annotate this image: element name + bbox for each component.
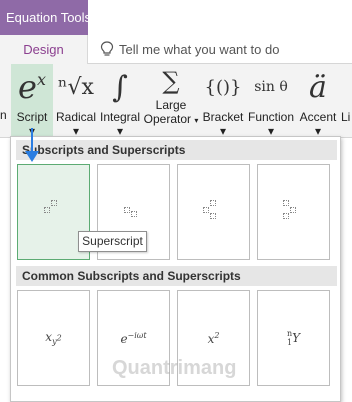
limit-button[interactable]: Li (341, 64, 352, 138)
placeholder-base-icon (290, 207, 296, 213)
integral-label: Integral (99, 110, 141, 124)
equation-tools-title: Equation Tools (0, 0, 88, 35)
large-operator-button[interactable]: ∑ Large Operator ▾ (143, 64, 199, 138)
limit-label: Li (341, 110, 351, 124)
radical-label: Radical (55, 110, 97, 124)
script-icon: ex (18, 68, 46, 106)
bracket-button[interactable]: {()} Bracket ▾ (200, 64, 246, 139)
ribbon-tabs: Design Tell me what you want to do (0, 35, 352, 64)
document-edge (0, 138, 10, 402)
accent-button[interactable]: ä Accent ▾ (296, 64, 340, 139)
placeholder-superscript-icon (210, 200, 216, 206)
radical-button[interactable]: ⁿ√x Radical ▾ (55, 64, 97, 139)
section-header-subscripts: Subscripts and Superscripts (16, 140, 337, 160)
tell-me-text: Tell me what you want to do (119, 42, 280, 57)
section-header-common: Common Subscripts and Superscripts (16, 266, 337, 286)
function-icon: sin θ (254, 79, 288, 95)
watermark-text: Quantrimang (112, 357, 237, 379)
placeholder-subscript-icon (210, 213, 216, 219)
integral-button[interactable]: ∫ Integral ▾ (98, 64, 142, 139)
tab-design[interactable]: Design (0, 35, 88, 64)
placeholder-subscript-icon (131, 211, 137, 217)
limit-icon (341, 64, 352, 110)
ribbon-edge-label: n (0, 108, 7, 122)
pointer-arrow-icon (25, 128, 39, 162)
formula-x-y-squared: xy2 (45, 329, 62, 347)
title-bar: Equation Tools (0, 0, 352, 35)
placeholder-base-icon (44, 207, 50, 213)
gallery-left-subscript-superscript[interactable] (257, 164, 330, 260)
lightbulb-icon (100, 41, 114, 56)
placeholder-base-icon (124, 207, 130, 213)
placeholder-subscript-icon (283, 213, 289, 219)
ribbon-structures: n ex Script ▾ ⁿ√x Radical ▾ ∫ Integral ▾… (0, 64, 352, 138)
tell-me-search[interactable]: Tell me what you want to do (100, 35, 279, 64)
formula-n-1-y: n1Y (286, 329, 301, 347)
accent-label: Accent (299, 110, 337, 124)
placeholder-superscript-icon (283, 200, 289, 206)
accent-icon: ä (309, 69, 327, 105)
gallery-subscript-superscript[interactable] (177, 164, 250, 260)
bracket-label: Bracket (202, 110, 244, 124)
bracket-icon: {()} (204, 76, 242, 98)
placeholder-base-icon (203, 207, 209, 213)
large-operator-label-1: Large (155, 98, 187, 112)
placeholder-superscript-icon (51, 200, 57, 206)
superscript-tooltip: Superscript (78, 231, 147, 252)
formula-x-squared: x2 (207, 330, 220, 346)
function-button[interactable]: sin θ Function ▾ (247, 64, 295, 138)
integral-icon: ∫ (112, 69, 128, 105)
gallery-common-n-1-y[interactable]: n1Y (257, 290, 330, 386)
formula-e-minus-i-omega-t: e−iωt (120, 330, 147, 346)
function-label: Function (247, 110, 295, 124)
large-operator-label-2: Operator ▾ (143, 112, 199, 126)
script-label: Script (16, 110, 48, 124)
large-operator-icon: ∑ (162, 67, 180, 95)
radical-icon: ⁿ√x (58, 74, 94, 100)
gallery-common-x-y-squared[interactable]: xy2 (17, 290, 90, 386)
